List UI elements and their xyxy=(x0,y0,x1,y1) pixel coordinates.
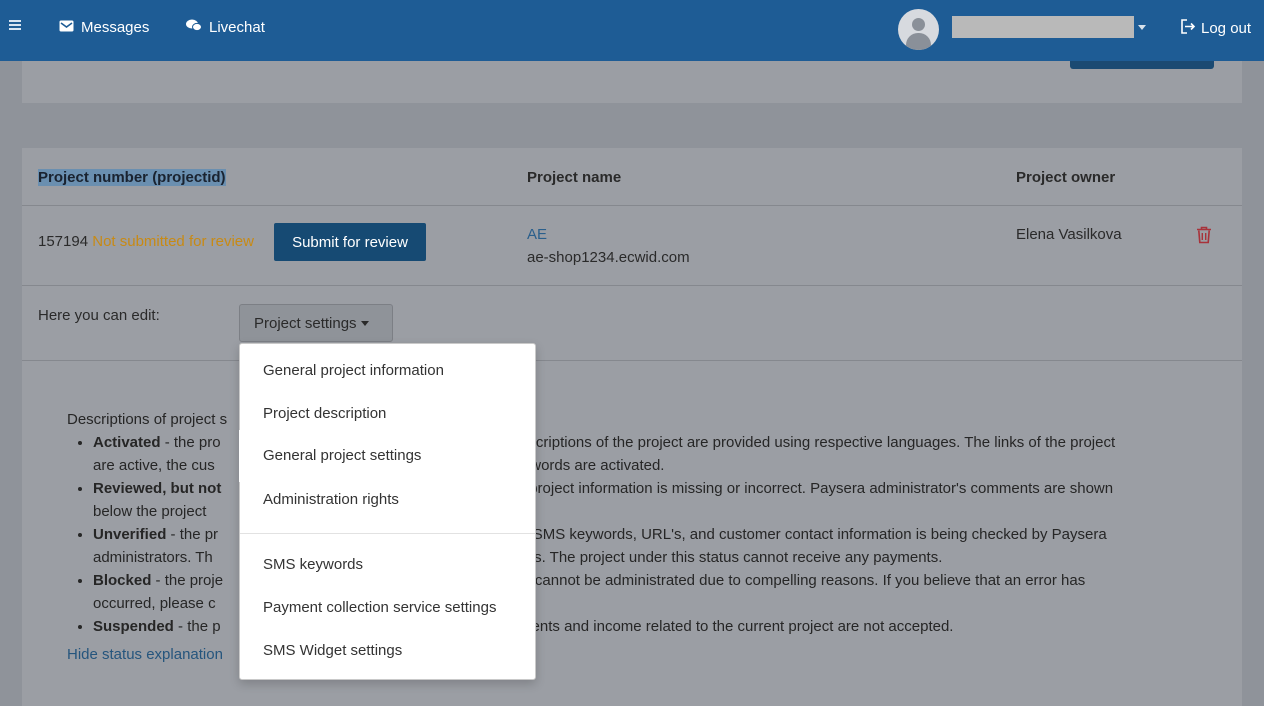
project-name-link[interactable]: AE xyxy=(527,226,547,243)
nav-messages-label: Messages xyxy=(81,19,150,36)
envelope-icon xyxy=(59,19,74,36)
edit-label: Here you can edit: xyxy=(38,307,160,324)
menu-item-project-description[interactable]: Project description xyxy=(240,392,535,435)
project-domain: ae-shop1234.ecwid.com xyxy=(527,249,690,266)
projects-panel: Project number (projectid) Project name … xyxy=(22,148,1242,706)
chat-bubbles-icon xyxy=(186,19,202,36)
menu-item-sms-widget-settings[interactable]: SMS Widget settings xyxy=(240,629,535,672)
logout-label: Log out xyxy=(1201,20,1252,37)
nav-messages-link[interactable]: Messages xyxy=(59,19,149,36)
row-divider xyxy=(22,360,1242,361)
header-project-number: Project number (projectid) xyxy=(38,169,226,186)
row-divider xyxy=(22,205,1242,206)
project-id: 157194 Not submitted for review xyxy=(38,233,254,250)
header-project-owner: Project owner xyxy=(1016,169,1116,186)
trash-icon[interactable] xyxy=(1196,226,1212,248)
user-avatar[interactable] xyxy=(898,9,939,50)
menu-item-payment-collection-settings[interactable]: Payment collection service settings xyxy=(240,586,535,629)
nav-livechat-link[interactable]: Livechat xyxy=(186,19,265,36)
header-project-name: Project name xyxy=(527,169,622,186)
hide-status-explanation-link[interactable]: Hide status explanation xyxy=(67,646,223,663)
user-menu-caret-icon[interactable] xyxy=(1138,25,1146,30)
hamburger-menu-icon[interactable] xyxy=(9,20,21,31)
status-badge: Not submitted for review xyxy=(92,233,254,250)
menu-item-administration-rights[interactable]: Administration rights xyxy=(240,478,535,521)
chevron-down-icon xyxy=(360,321,369,327)
menu-divider xyxy=(240,533,535,534)
logout-icon xyxy=(1180,19,1196,38)
menu-item-general-project-settings[interactable]: General project settings xyxy=(239,430,531,482)
menu-item-label: General project settings xyxy=(263,447,422,464)
menu-item-general-project-information[interactable]: General project information xyxy=(240,349,535,392)
logout-link[interactable]: Log out xyxy=(1180,19,1251,38)
nav-livechat-label: Livechat xyxy=(209,19,265,36)
project-settings-menu: General project information Project desc… xyxy=(239,343,536,680)
partial-action-button[interactable] xyxy=(1070,61,1214,69)
row-divider xyxy=(22,285,1242,286)
project-owner: Elena Vasilkova xyxy=(1016,226,1122,243)
submit-for-review-button[interactable]: Submit for review xyxy=(274,223,426,261)
top-navbar: Messages Livechat Log out xyxy=(0,0,1264,61)
top-panel xyxy=(22,61,1242,103)
menu-item-sms-keywords[interactable]: SMS keywords xyxy=(240,543,535,586)
project-settings-dropdown-button[interactable]: Project settings xyxy=(239,304,393,342)
username-redacted[interactable] xyxy=(952,16,1134,38)
